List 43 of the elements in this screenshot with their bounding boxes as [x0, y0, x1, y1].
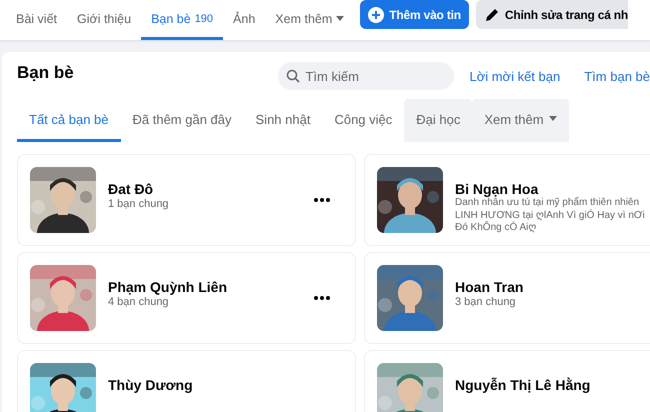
friend-name[interactable]: Phạm Quỳnh Liên — [108, 279, 301, 295]
mutual-friends: 3 bạn chung — [455, 296, 517, 308]
friend-count: 190 — [194, 12, 214, 24]
tab-label: Giới thiệu — [77, 12, 132, 26]
friend-name[interactable]: Đat Đô — [108, 181, 301, 197]
friend-name[interactable]: Thùy Dương — [108, 377, 343, 393]
edit-profile-button[interactable]: Chỉnh sửa trang cá nh — [476, 0, 628, 29]
section-title: Bạn bè — [17, 63, 75, 83]
tab-label: Sinh nhật — [256, 112, 310, 126]
filter-tab[interactable]: Công việc — [322, 99, 404, 142]
friend-name[interactable]: Hoan Tran — [455, 279, 650, 295]
more-icon[interactable] — [313, 295, 331, 301]
profile-tab[interactable]: Xem thêm — [265, 0, 354, 40]
search-field[interactable]: Tìm kiếm — [278, 62, 454, 90]
tab-label: Đại học — [416, 112, 460, 126]
mutual-friends: 1 bạn chung — [108, 198, 170, 210]
pencil-icon — [484, 6, 500, 22]
filter-tab[interactable]: Xem thêm — [472, 99, 569, 142]
tab-label: Tất cả bạn bè — [29, 112, 108, 126]
tab-label: Ảnh — [233, 12, 256, 26]
tab-label: Đã thêm gần đây — [132, 112, 232, 126]
friend-name[interactable]: Bi Ngạn Hoa — [455, 181, 650, 197]
tab-label: Xem thêm — [275, 12, 332, 26]
filter-tab[interactable]: Đại học — [404, 99, 472, 142]
profile-tab[interactable]: Giới thiệu — [67, 0, 142, 40]
header-link[interactable]: Tìm bạn bè — [584, 68, 650, 84]
header-link[interactable]: Lời mời kết bạn — [469, 68, 560, 84]
filter-tab[interactable]: Đã thêm gần đây — [120, 99, 244, 142]
tab-label: Xem thêm — [484, 112, 544, 126]
tab-label: Bạn bè — [151, 12, 191, 26]
profile-tab[interactable]: Bạn bè 190 — [141, 0, 224, 40]
friend-name[interactable]: Nguyễn Thị Lê Hằng — [455, 377, 650, 393]
mutual-friends: 4 bạn chung — [108, 296, 170, 308]
tab-label: Bài viết — [16, 12, 57, 26]
profile-tab[interactable]: Ảnh — [223, 0, 266, 40]
more-icon[interactable] — [313, 197, 331, 203]
add-to-story-button[interactable]: Thêm vào tin — [360, 0, 469, 29]
friend-bio: Danh nhân ưu tú tại mỹ phẩm thiên nhiên LINH HƯƠNG tại ღlAnh Vì giÓ Hay vì nƠi Đó KhÔng cÓ Aiღ — [455, 197, 646, 234]
filter-tab[interactable]: Tất cả bạn bè — [17, 99, 120, 142]
plus-circle-icon — [368, 6, 384, 22]
filter-tab[interactable]: Sinh nhật — [244, 99, 322, 142]
tab-label: Công việc — [334, 112, 392, 126]
profile-tab[interactable]: Bài viết — [6, 0, 67, 40]
